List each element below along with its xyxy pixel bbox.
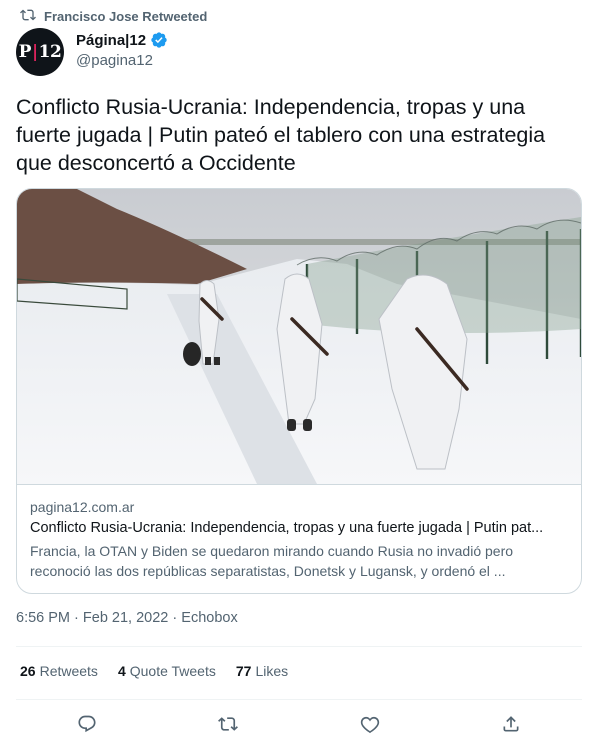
author-handle[interactable]: @pagina12 xyxy=(76,52,153,69)
quotes-count: 4 xyxy=(117,663,126,679)
card-description: Francia, la OTAN y Biden se quedaron mir… xyxy=(30,543,514,579)
like-icon xyxy=(360,716,379,734)
share-button[interactable] xyxy=(493,706,529,742)
action-bar xyxy=(16,706,582,742)
divider-top xyxy=(16,646,582,647)
author-name[interactable]: Página|12 xyxy=(76,32,146,49)
retweet-button[interactable] xyxy=(210,706,246,742)
card-divider xyxy=(17,484,581,485)
card-title: Conflicto Rusia-Ucrania: Independencia, … xyxy=(30,520,544,536)
quotes-stat[interactable]: 4 Quote Tweets xyxy=(118,663,216,679)
tweet-source[interactable]: Echobox xyxy=(181,610,237,626)
likes-stat[interactable]: 77 Likes xyxy=(236,663,288,679)
verified-icon xyxy=(150,31,168,49)
retweet-small-icon xyxy=(20,7,36,26)
retweets-count: 26 xyxy=(20,663,36,679)
retweet-context-text: Francisco Jose Retweeted xyxy=(44,8,208,24)
engagement-stats: 26 Retweets 4 Quote Tweets 77 Likes xyxy=(20,663,288,679)
avatar[interactable]: P | 12 xyxy=(16,28,64,76)
avatar-separator: | xyxy=(31,42,38,62)
tweet-metadata: 6:56 PM · Feb 21, 2022 · Echobox xyxy=(16,610,238,626)
reply-button[interactable] xyxy=(69,706,105,742)
likes-label: Likes xyxy=(255,663,289,679)
avatar-number: 12 xyxy=(38,42,62,62)
quotes-label: Quote Tweets xyxy=(129,663,216,679)
avatar-letter: P xyxy=(18,42,32,62)
retweets-stat[interactable]: 26 Retweets xyxy=(20,663,98,679)
meta-separator-2: · xyxy=(172,610,178,626)
share-icon xyxy=(503,716,519,732)
like-button[interactable] xyxy=(352,706,388,742)
card-image[interactable] xyxy=(17,189,581,484)
retweet-icon xyxy=(218,717,239,731)
retweets-label: Retweets xyxy=(39,663,98,679)
meta-separator-1: · xyxy=(74,610,79,626)
author-name-row[interactable]: Página|12 xyxy=(76,31,168,49)
tweet-text: Conflicto Rusia-Ucrania: Independencia, … xyxy=(16,95,546,175)
reply-icon xyxy=(78,715,96,733)
tweet-time[interactable]: 6:56 PM xyxy=(16,610,70,626)
likes-count: 77 xyxy=(235,663,252,679)
link-card[interactable]: pagina12.com.ar Conflicto Rusia-Ucrania:… xyxy=(16,188,582,594)
tweet-date[interactable]: Feb 21, 2022 xyxy=(83,610,168,626)
divider-bottom xyxy=(16,699,582,700)
card-domain: pagina12.com.ar xyxy=(30,499,135,515)
retweet-context[interactable]: Francisco Jose Retweeted xyxy=(20,7,207,25)
